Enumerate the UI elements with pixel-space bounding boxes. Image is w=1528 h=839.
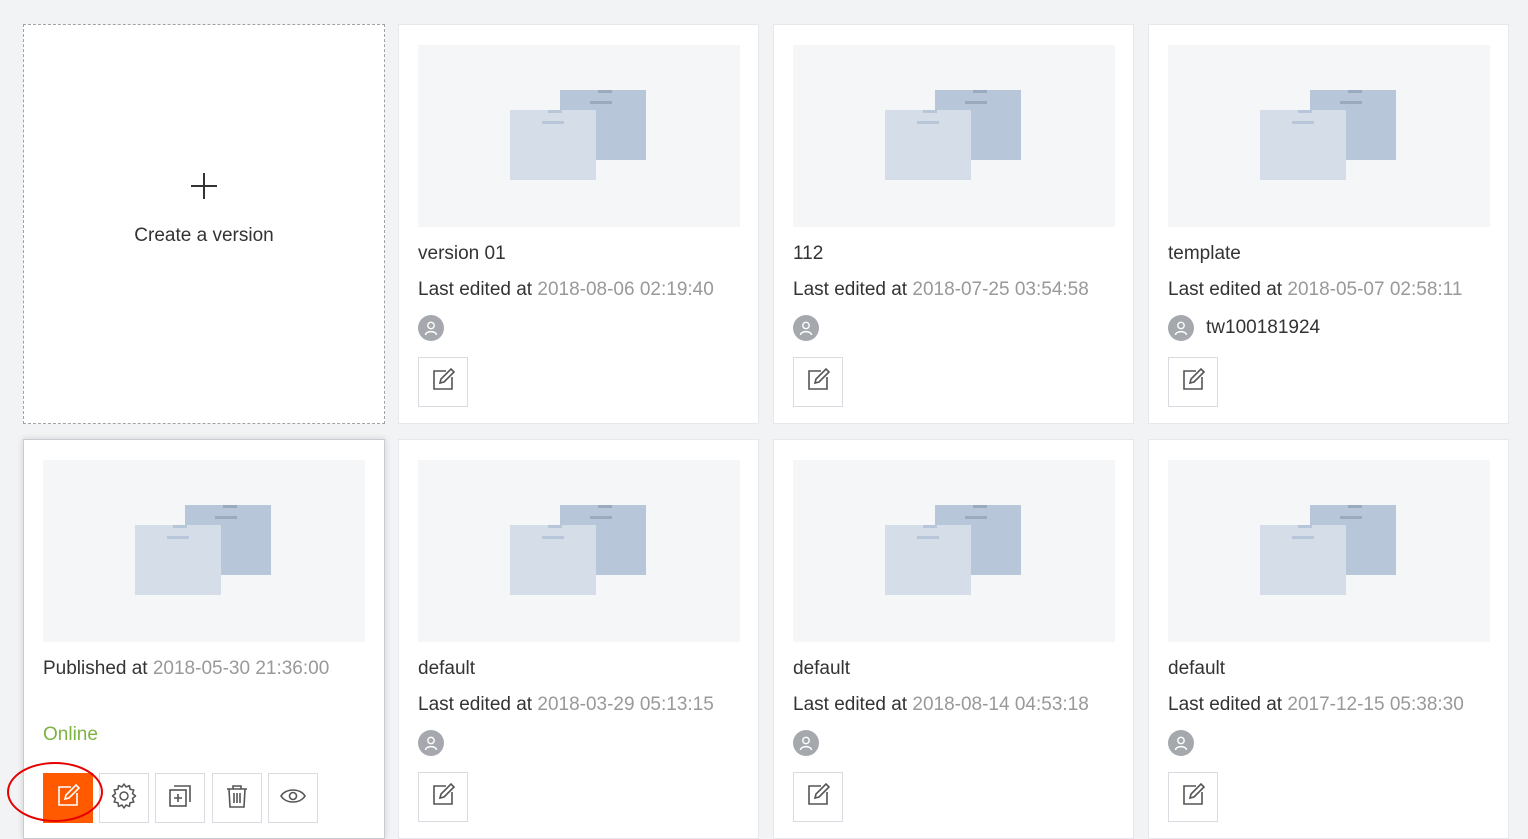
last-edited-info: Last edited at 2018-05-07 02:58:11 xyxy=(1168,279,1462,301)
last-edited-timestamp: 2018-08-14 04:53:18 xyxy=(912,694,1089,715)
editor-info xyxy=(793,315,819,341)
edit-icon xyxy=(430,367,456,398)
edit-button[interactable] xyxy=(1168,357,1218,407)
version-title: default xyxy=(1168,658,1226,679)
version-card: default Last edited at 2018-08-14 04:53:… xyxy=(773,439,1134,839)
trash-icon xyxy=(224,783,250,814)
status-online-label: Online xyxy=(43,724,98,745)
placeholder-image-icon xyxy=(510,505,646,595)
last-edited-label: Last edited at xyxy=(418,694,533,715)
last-edited-timestamp: 2018-05-07 02:58:11 xyxy=(1287,279,1463,300)
edit-button[interactable] xyxy=(418,357,468,407)
edit-icon xyxy=(1180,367,1206,398)
version-thumbnail xyxy=(43,460,365,642)
eye-icon xyxy=(279,782,307,815)
version-title: default xyxy=(418,658,476,679)
version-card: template Last edited at 2018-05-07 02:58… xyxy=(1148,24,1509,424)
version-thumbnail xyxy=(1168,460,1490,642)
edit-button[interactable] xyxy=(43,773,93,823)
online-version-card: Published at 2018-05-30 21:36:00 Online xyxy=(23,439,385,839)
edit-icon xyxy=(1180,782,1206,813)
user-avatar-icon xyxy=(1168,315,1194,341)
editor-info: tw100181924 xyxy=(1168,315,1320,341)
version-card: version 01 Last edited at 2018-08-06 02:… xyxy=(398,24,759,424)
last-edited-label: Last edited at xyxy=(793,279,908,300)
edit-icon xyxy=(805,782,831,813)
published-timestamp: 2018-05-30 21:36:00 xyxy=(152,658,330,679)
user-avatar-icon xyxy=(1168,730,1194,756)
version-card: 112 Last edited at 2018-07-25 03:54:58 xyxy=(773,24,1134,424)
placeholder-image-icon xyxy=(510,90,646,180)
version-card: default Last edited at 2017-12-15 05:38:… xyxy=(1148,439,1509,839)
editor-info xyxy=(1168,730,1194,756)
version-thumbnail xyxy=(418,45,740,227)
version-title: version 01 xyxy=(418,243,506,264)
last-edited-info: Last edited at 2018-07-25 03:54:58 xyxy=(793,279,1089,301)
gear-icon xyxy=(110,782,138,815)
last-edited-timestamp: 2018-08-06 02:19:40 xyxy=(537,279,714,300)
published-info: Published at 2018-05-30 21:36:00 xyxy=(43,658,329,680)
preview-button[interactable] xyxy=(268,773,318,823)
last-edited-info: Last edited at 2018-08-14 04:53:18 xyxy=(793,694,1089,716)
placeholder-image-icon xyxy=(135,505,271,595)
user-avatar-icon xyxy=(793,315,819,341)
placeholder-image-icon xyxy=(1260,90,1396,180)
last-edited-info: Last edited at 2017-12-15 05:38:30 xyxy=(1168,694,1464,716)
version-grid: Create a version Published at 2018-05-30… xyxy=(0,0,1528,839)
editor-info xyxy=(418,315,444,341)
create-version-label: Create a version xyxy=(134,225,274,246)
edit-button[interactable] xyxy=(1168,772,1218,822)
version-title: default xyxy=(793,658,851,679)
edit-icon xyxy=(430,782,456,813)
create-version-card[interactable]: Create a version xyxy=(23,24,385,424)
version-thumbnail xyxy=(1168,45,1490,227)
edit-button[interactable] xyxy=(793,357,843,407)
version-card: default Last edited at 2018-03-29 05:13:… xyxy=(398,439,759,839)
last-edited-label: Last edited at xyxy=(1168,694,1283,715)
duplicate-button[interactable] xyxy=(155,773,205,823)
last-edited-timestamp: 2017-12-15 05:38:30 xyxy=(1287,694,1464,715)
edit-icon xyxy=(55,783,81,814)
version-thumbnail xyxy=(418,460,740,642)
last-edited-info: Last edited at 2018-03-29 05:13:15 xyxy=(418,694,714,716)
settings-button[interactable] xyxy=(99,773,149,823)
published-label: Published at xyxy=(43,658,148,679)
version-title: template xyxy=(1168,243,1241,264)
user-avatar-icon xyxy=(793,730,819,756)
last-edited-label: Last edited at xyxy=(418,279,533,300)
plus-icon xyxy=(191,173,217,199)
last-edited-timestamp: 2018-07-25 03:54:58 xyxy=(912,279,1089,300)
duplicate-icon xyxy=(167,783,193,814)
editor-info xyxy=(418,730,444,756)
last-edited-label: Last edited at xyxy=(793,694,908,715)
last-edited-label: Last edited at xyxy=(1168,279,1283,300)
editor-info xyxy=(793,730,819,756)
edit-button[interactable] xyxy=(793,772,843,822)
last-edited-timestamp: 2018-03-29 05:13:15 xyxy=(537,694,714,715)
placeholder-image-icon xyxy=(885,90,1021,180)
version-thumbnail xyxy=(793,460,1115,642)
user-avatar-icon xyxy=(418,315,444,341)
user-avatar-icon xyxy=(418,730,444,756)
placeholder-image-icon xyxy=(885,505,1021,595)
edit-button[interactable] xyxy=(418,772,468,822)
version-title: 112 xyxy=(793,243,824,264)
placeholder-image-icon xyxy=(1260,505,1396,595)
username: tw100181924 xyxy=(1206,317,1321,338)
version-thumbnail xyxy=(793,45,1115,227)
edit-icon xyxy=(805,367,831,398)
delete-button[interactable] xyxy=(212,773,262,823)
last-edited-info: Last edited at 2018-08-06 02:19:40 xyxy=(418,279,714,301)
